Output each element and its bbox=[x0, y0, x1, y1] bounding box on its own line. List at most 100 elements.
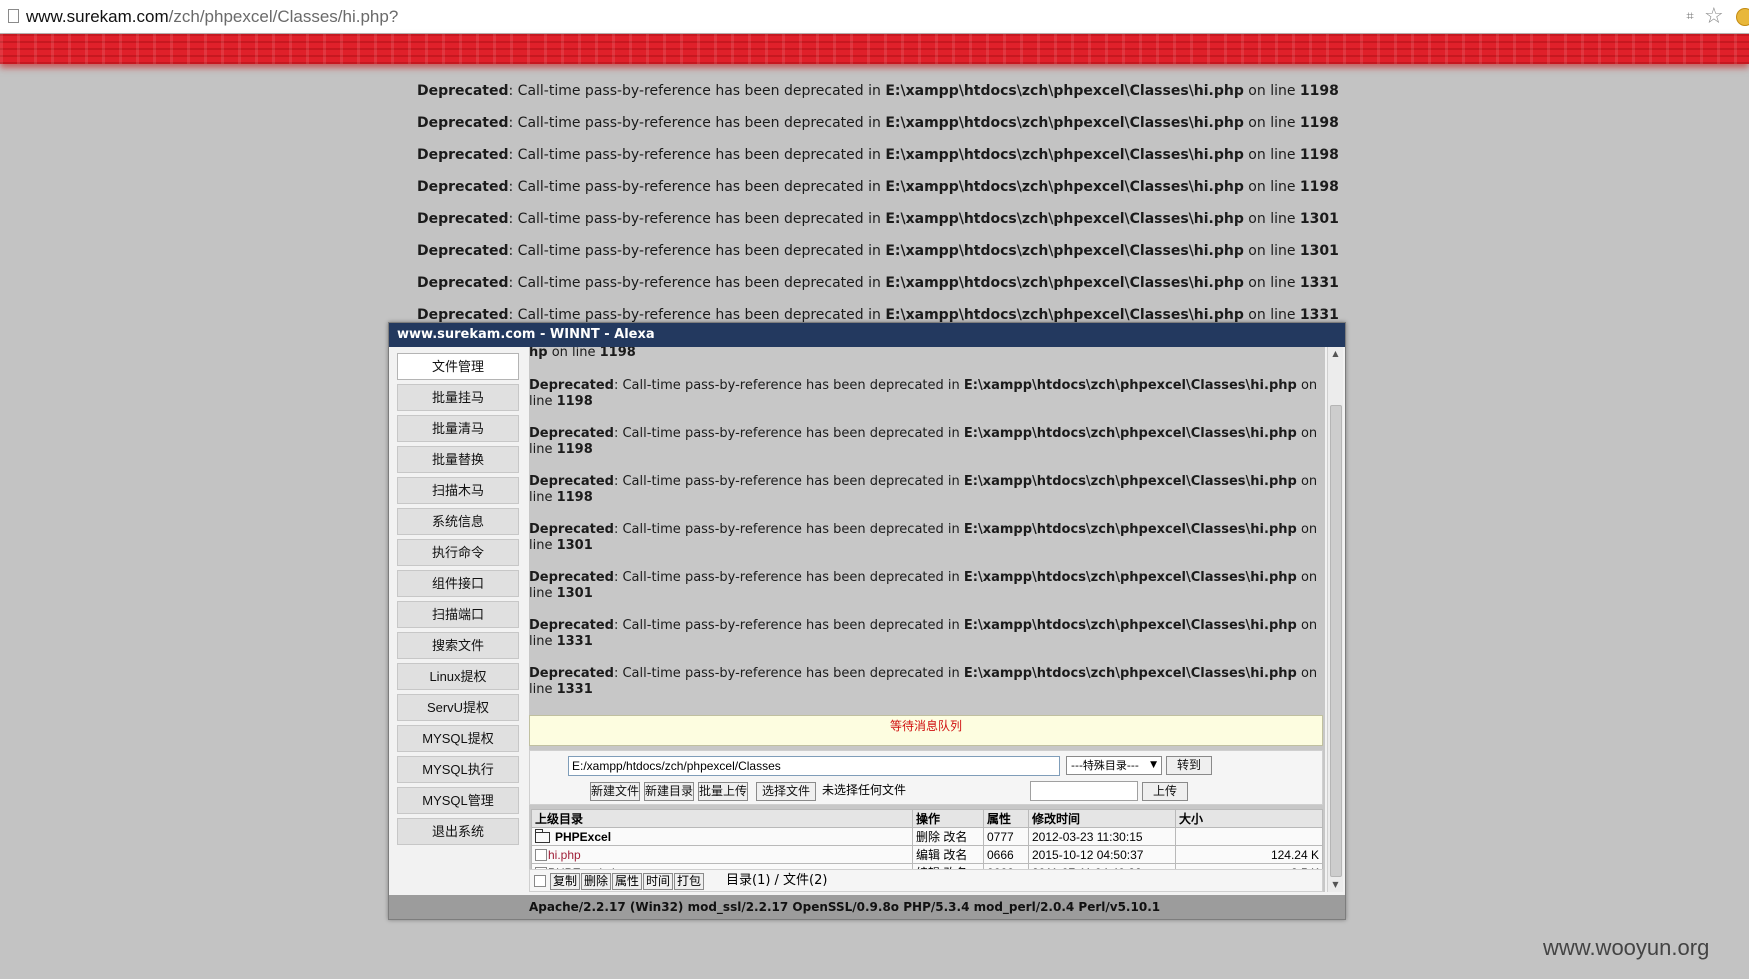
sidebar-item[interactable]: MYSQL执行 bbox=[397, 756, 519, 783]
file-name-link[interactable]: hi.php bbox=[548, 848, 581, 862]
file-cell[interactable]: hi.php bbox=[531, 845, 913, 864]
file-path: E:\xampp\htdocs\zch\phpexcel\Classes\hi.… bbox=[963, 426, 1297, 441]
size-header: 大小 bbox=[1175, 809, 1323, 828]
line-number: 1198 bbox=[556, 394, 593, 409]
message-text: : Call-time pass-by-reference has been d… bbox=[508, 275, 886, 291]
parent-dir-header[interactable]: 上级目录 bbox=[531, 809, 913, 828]
webshell-panel: www.surekam.com - WINNT - Alexa 文件管理批量挂马… bbox=[388, 322, 1346, 920]
message-text: : Call-time pass-by-reference has been d… bbox=[613, 378, 964, 393]
new-dir-button[interactable]: 新建目录 bbox=[644, 782, 694, 801]
on-line-text: on line bbox=[1243, 179, 1300, 195]
file-path: E:\xampp\htdocs\zch\phpexcel\Classes\hi.… bbox=[885, 115, 1244, 131]
attr-cell[interactable]: 0666 bbox=[983, 845, 1029, 864]
choose-file-button[interactable]: 选择文件 bbox=[756, 782, 816, 801]
new-file-button[interactable]: 新建文件 bbox=[590, 782, 640, 801]
scroll-down-icon[interactable]: ▼ bbox=[1328, 878, 1343, 892]
sidebar-item[interactable]: Linux提权 bbox=[397, 663, 519, 690]
deprecated-message: Deprecated: Call-time pass-by-reference … bbox=[529, 378, 1319, 410]
page-icon bbox=[8, 9, 19, 23]
delete-button[interactable]: 删除 bbox=[581, 873, 612, 890]
sidebar-item[interactable]: 批量替换 bbox=[397, 446, 519, 473]
batch-actions-bar: 复制 删除 属性 时间 打包 目录(1) / 文件(2) bbox=[529, 869, 1323, 892]
attributes-button[interactable]: 属性 bbox=[612, 873, 643, 890]
pack-button[interactable]: 打包 bbox=[674, 873, 705, 890]
sidebar-item[interactable]: 搜索文件 bbox=[397, 632, 519, 659]
line-number: 1331 bbox=[556, 682, 593, 697]
deprecated-label: Deprecated bbox=[529, 426, 614, 441]
content-scrollbar[interactable]: ▲ ▼ bbox=[1327, 347, 1343, 892]
message-text: : Call-time pass-by-reference has been d… bbox=[613, 522, 964, 537]
mtime-cell[interactable]: 2015-10-12 04:50:37 bbox=[1028, 845, 1176, 864]
file-path: E:\xampp\htdocs\zch\phpexcel\Classes\hi.… bbox=[963, 378, 1297, 393]
sidebar-item[interactable]: 组件接口 bbox=[397, 570, 519, 597]
select-all-checkbox[interactable] bbox=[534, 875, 546, 887]
message-text: : Call-time pass-by-reference has been d… bbox=[508, 211, 886, 227]
deprecated-label: Deprecated bbox=[529, 378, 614, 393]
goto-button[interactable]: 转到 bbox=[1166, 756, 1212, 775]
panel-title: www.surekam.com - WINNT - Alexa bbox=[389, 323, 1345, 347]
sidebar-item[interactable]: 批量清马 bbox=[397, 415, 519, 442]
translate-icon[interactable]: ⌗ bbox=[1682, 9, 1698, 25]
folder-icon bbox=[535, 828, 550, 843]
sidebar-item[interactable]: 扫描木马 bbox=[397, 477, 519, 504]
file-path: E:\xampp\htdocs\zch\phpexcel\Classes\hi.… bbox=[963, 618, 1297, 633]
message-text: : Call-time pass-by-reference has been d… bbox=[508, 307, 886, 323]
message-text: : Call-time pass-by-reference has been d… bbox=[613, 570, 964, 585]
message-text: : Call-time pass-by-reference has been d… bbox=[613, 426, 964, 441]
line-number: 1198 bbox=[1299, 115, 1339, 131]
sidebar-item[interactable]: 扫描端口 bbox=[397, 601, 519, 628]
bookmark-star-icon[interactable]: ☆ bbox=[1704, 5, 1724, 29]
scroll-up-icon[interactable]: ▲ bbox=[1328, 347, 1343, 361]
extension-icon[interactable] bbox=[1736, 8, 1749, 26]
on-line-text: on line bbox=[1243, 275, 1300, 291]
sidebar-item[interactable]: 文件管理 bbox=[397, 353, 519, 380]
ops-cell[interactable]: 删除 改名 bbox=[912, 827, 984, 846]
file-path: E:\xampp\htdocs\zch\phpexcel\Classes\hi.… bbox=[885, 243, 1244, 259]
time-button[interactable]: 时间 bbox=[643, 873, 674, 890]
url-path: /zch/phpexcel/Classes/hi.php? bbox=[168, 7, 399, 26]
background-deprecated-lines: Deprecated: Call-time pass-by-reference … bbox=[417, 79, 1717, 335]
path-input[interactable] bbox=[568, 756, 1060, 776]
sidebar-item[interactable]: 批量挂马 bbox=[397, 384, 519, 411]
address-bar[interactable]: www.surekam.com/zch/phpexcel/Classes/hi.… bbox=[0, 0, 1749, 34]
sidebar-item[interactable]: MYSQL管理 bbox=[397, 787, 519, 814]
deprecated-label: Deprecated bbox=[529, 474, 614, 489]
copy-button[interactable]: 复制 bbox=[550, 873, 581, 890]
scroll-thumb[interactable] bbox=[1330, 405, 1342, 877]
sidebar-item[interactable]: ServU提权 bbox=[397, 694, 519, 721]
batch-upload-button[interactable]: 批量上传 bbox=[698, 782, 748, 801]
mtime-header: 修改时间 bbox=[1028, 809, 1176, 828]
sidebar-item[interactable]: 执行命令 bbox=[397, 539, 519, 566]
folder-name[interactable]: PHPExcel bbox=[555, 830, 611, 844]
attr-header: 属性 bbox=[983, 809, 1029, 828]
on-line-text: on line bbox=[1243, 211, 1300, 227]
server-info-footer: Apache/2.2.17 (Win32) mod_ssl/2.2.17 Ope… bbox=[389, 895, 1345, 919]
deprecated-label: Deprecated bbox=[417, 83, 509, 99]
sidebar-item[interactable]: 系统信息 bbox=[397, 508, 519, 535]
mtime-cell[interactable]: 2012-03-23 11:30:15 bbox=[1028, 827, 1176, 846]
table-row: PHPExcel 删除 改名 0777 2012-03-23 11:30:15 bbox=[531, 827, 1323, 846]
on-line-text: on line bbox=[1243, 243, 1300, 259]
upload-button[interactable]: 上传 bbox=[1142, 782, 1188, 801]
sidebar-item[interactable]: 退出系统 bbox=[397, 818, 519, 845]
deprecated-line: Deprecated: Call-time pass-by-reference … bbox=[417, 207, 1717, 239]
sidebar-item[interactable]: MYSQL提权 bbox=[397, 725, 519, 752]
url-text[interactable]: www.surekam.com/zch/phpexcel/Classes/hi.… bbox=[26, 6, 398, 28]
ops-cell[interactable]: 编辑 改名 bbox=[912, 845, 984, 864]
table-header-row: 上级目录 操作 属性 修改时间 大小 bbox=[531, 809, 1323, 828]
size-cell: 124.24 K bbox=[1175, 845, 1323, 864]
on-line-text: on line bbox=[1243, 147, 1300, 163]
deprecated-message: Deprecated: Call-time pass-by-reference … bbox=[529, 426, 1319, 458]
attr-cell[interactable]: 0777 bbox=[983, 827, 1029, 846]
special-dir-select[interactable]: ---特殊目录--- ▼ bbox=[1066, 756, 1162, 775]
url-host: www.surekam.com bbox=[26, 7, 169, 26]
message-list: hp on line 1198 Deprecated: Call-time pa… bbox=[529, 347, 1319, 714]
folder-cell[interactable]: PHPExcel bbox=[531, 827, 913, 846]
upload-name-input[interactable] bbox=[1030, 781, 1138, 801]
message-text: : Call-time pass-by-reference has been d… bbox=[508, 83, 886, 99]
deprecated-label: Deprecated bbox=[529, 570, 614, 585]
row-checkbox[interactable] bbox=[535, 849, 547, 862]
content-area: hp on line 1198 Deprecated: Call-time pa… bbox=[529, 347, 1325, 892]
line-number: 1198 bbox=[1299, 179, 1339, 195]
deprecated-line: Deprecated: Call-time pass-by-reference … bbox=[417, 79, 1717, 111]
